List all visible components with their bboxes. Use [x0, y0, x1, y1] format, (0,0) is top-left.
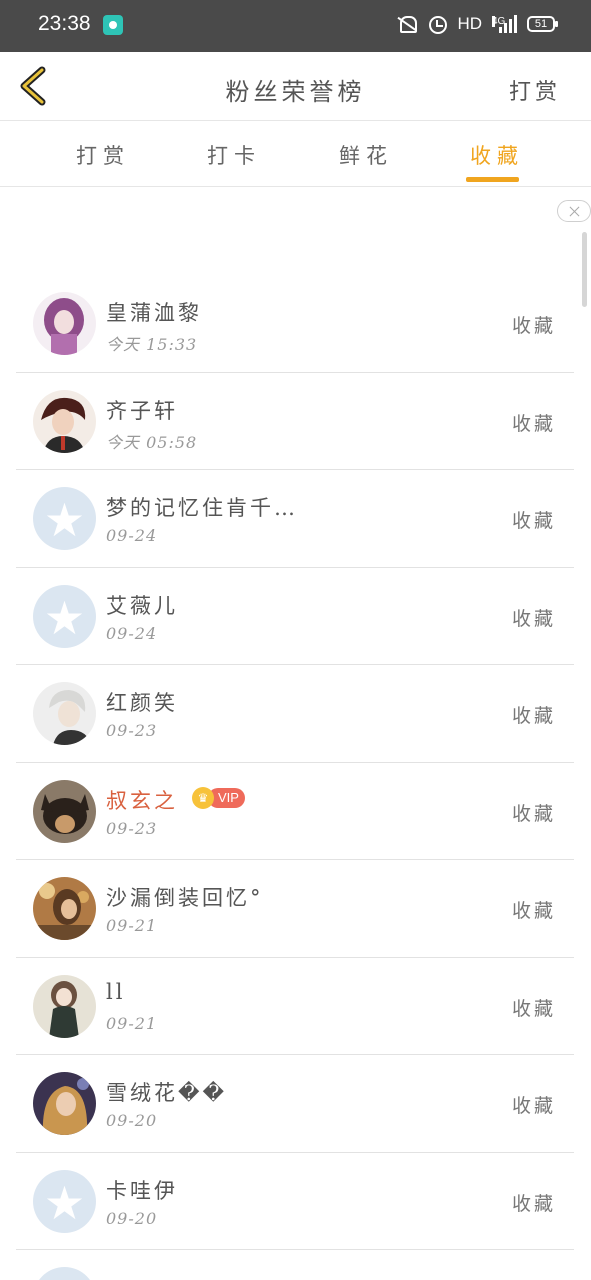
timestamp: 09-21: [106, 1013, 158, 1033]
username: 红颜笑: [106, 691, 178, 715]
action-label: 收藏: [511, 412, 556, 435]
timestamp: 09-20: [106, 1208, 158, 1228]
username: 雪绒花��: [106, 1081, 228, 1105]
list-item[interactable]: ll 09-21 收藏: [16, 958, 574, 1055]
timestamp: 今天 15:33: [106, 335, 198, 354]
battery-icon: 51: [527, 16, 558, 32]
timestamp: 09-20: [106, 1111, 158, 1130]
alarm-icon: [427, 14, 448, 34]
username: 叔玄之: [106, 788, 178, 813]
action-label: 收藏: [511, 607, 556, 630]
timestamp: 09-23: [106, 818, 158, 838]
app-notification-icon: [103, 15, 123, 35]
title-bar: 粉丝荣誉榜 打赏: [0, 52, 591, 121]
tab-flowers[interactable]: 鲜花: [339, 140, 393, 170]
network-label: 4G: [492, 16, 506, 27]
username: ll: [106, 979, 126, 1004]
username: 皇蒲洫黎: [106, 301, 202, 325]
default-avatar[interactable]: [33, 1169, 96, 1233]
tab-favorites[interactable]: 收藏: [470, 140, 524, 170]
action-label: 收藏: [511, 1095, 556, 1117]
avatar[interactable]: [33, 877, 96, 940]
scrollbar[interactable]: [582, 232, 587, 307]
crown-icon: ♛: [192, 786, 214, 809]
avatar[interactable]: [33, 1072, 96, 1135]
avatar[interactable]: [33, 974, 96, 1038]
fan-list: 皇蒲洫黎 今天 15:33 收藏 齐子轩 今天 05:58 收藏 梦的记忆住肯千…: [16, 275, 574, 1280]
action-label: 收藏: [511, 705, 556, 727]
list-item[interactable]: 雪绒花�� 09-20 收藏: [16, 1055, 574, 1153]
tab-checkin[interactable]: 打卡: [207, 140, 261, 170]
timestamp: 09-24: [106, 623, 158, 643]
reward-button[interactable]: 打赏: [509, 74, 561, 106]
timestamp: 09-21: [106, 916, 158, 935]
username: 齐子轩: [106, 398, 178, 423]
avatar[interactable]: [33, 682, 96, 745]
timestamp: 09-23: [106, 721, 158, 740]
action-label: 收藏: [511, 315, 556, 337]
timestamp: 今天 05:58: [106, 432, 198, 452]
status-time: 23:38: [38, 12, 91, 35]
default-avatar[interactable]: [33, 1267, 96, 1280]
list-item[interactable]: 沙漏倒装回忆° 09-21 收藏: [16, 860, 574, 958]
list-item[interactable]: 红颜笑 09-23 收藏: [16, 665, 574, 763]
tab-reward[interactable]: 打赏: [76, 140, 130, 170]
hd-label: HD: [457, 14, 482, 33]
timestamp: 09-24: [106, 526, 158, 545]
status-bar: 23:38 HD 4G 51: [0, 0, 591, 52]
page-title: 粉丝荣誉榜: [225, 78, 366, 106]
action-label: 收藏: [511, 510, 556, 532]
list-item[interactable]: 梦的记忆住肯千… 09-24 收藏: [16, 470, 574, 568]
action-label: 收藏: [511, 1192, 556, 1215]
default-avatar[interactable]: [33, 487, 96, 550]
default-avatar[interactable]: [33, 584, 96, 648]
vip-badge: ♛ VIP: [192, 786, 245, 809]
status-icons: HD 4G 51: [397, 14, 558, 34]
close-icon[interactable]: [557, 200, 591, 222]
avatar[interactable]: [33, 389, 96, 453]
tab-bar: 打赏 打卡 鲜花 收藏: [0, 122, 591, 187]
list-item[interactable]: 艾薇儿 09-24 收藏: [16, 568, 574, 665]
username: 艾薇儿: [106, 593, 178, 618]
mute-bell-icon: [397, 14, 418, 34]
list-item[interactable]: 叔玄之 ♛ VIP 09-23 收藏: [16, 763, 574, 860]
action-label: 收藏: [511, 900, 556, 922]
action-label: 收藏: [511, 997, 556, 1020]
username: 卡哇伊: [106, 1178, 178, 1203]
list-item[interactable]: 卡哇伊 09-20 收藏: [16, 1153, 574, 1250]
username: 沙漏倒装回忆°: [106, 886, 264, 910]
action-label: 收藏: [511, 802, 556, 825]
avatar[interactable]: [33, 779, 96, 843]
username: 梦的记忆住肯千…: [106, 496, 298, 520]
active-tab-indicator: [466, 177, 519, 182]
list-item[interactable]: 齐子轩 今天 05:58 收藏: [16, 373, 574, 470]
signal-icon: 4G: [492, 15, 517, 33]
list-item[interactable]: 皇蒲洫黎 今天 15:33 收藏: [16, 275, 574, 373]
avatar[interactable]: [33, 292, 96, 355]
list-item-partial[interactable]: [16, 1250, 574, 1280]
